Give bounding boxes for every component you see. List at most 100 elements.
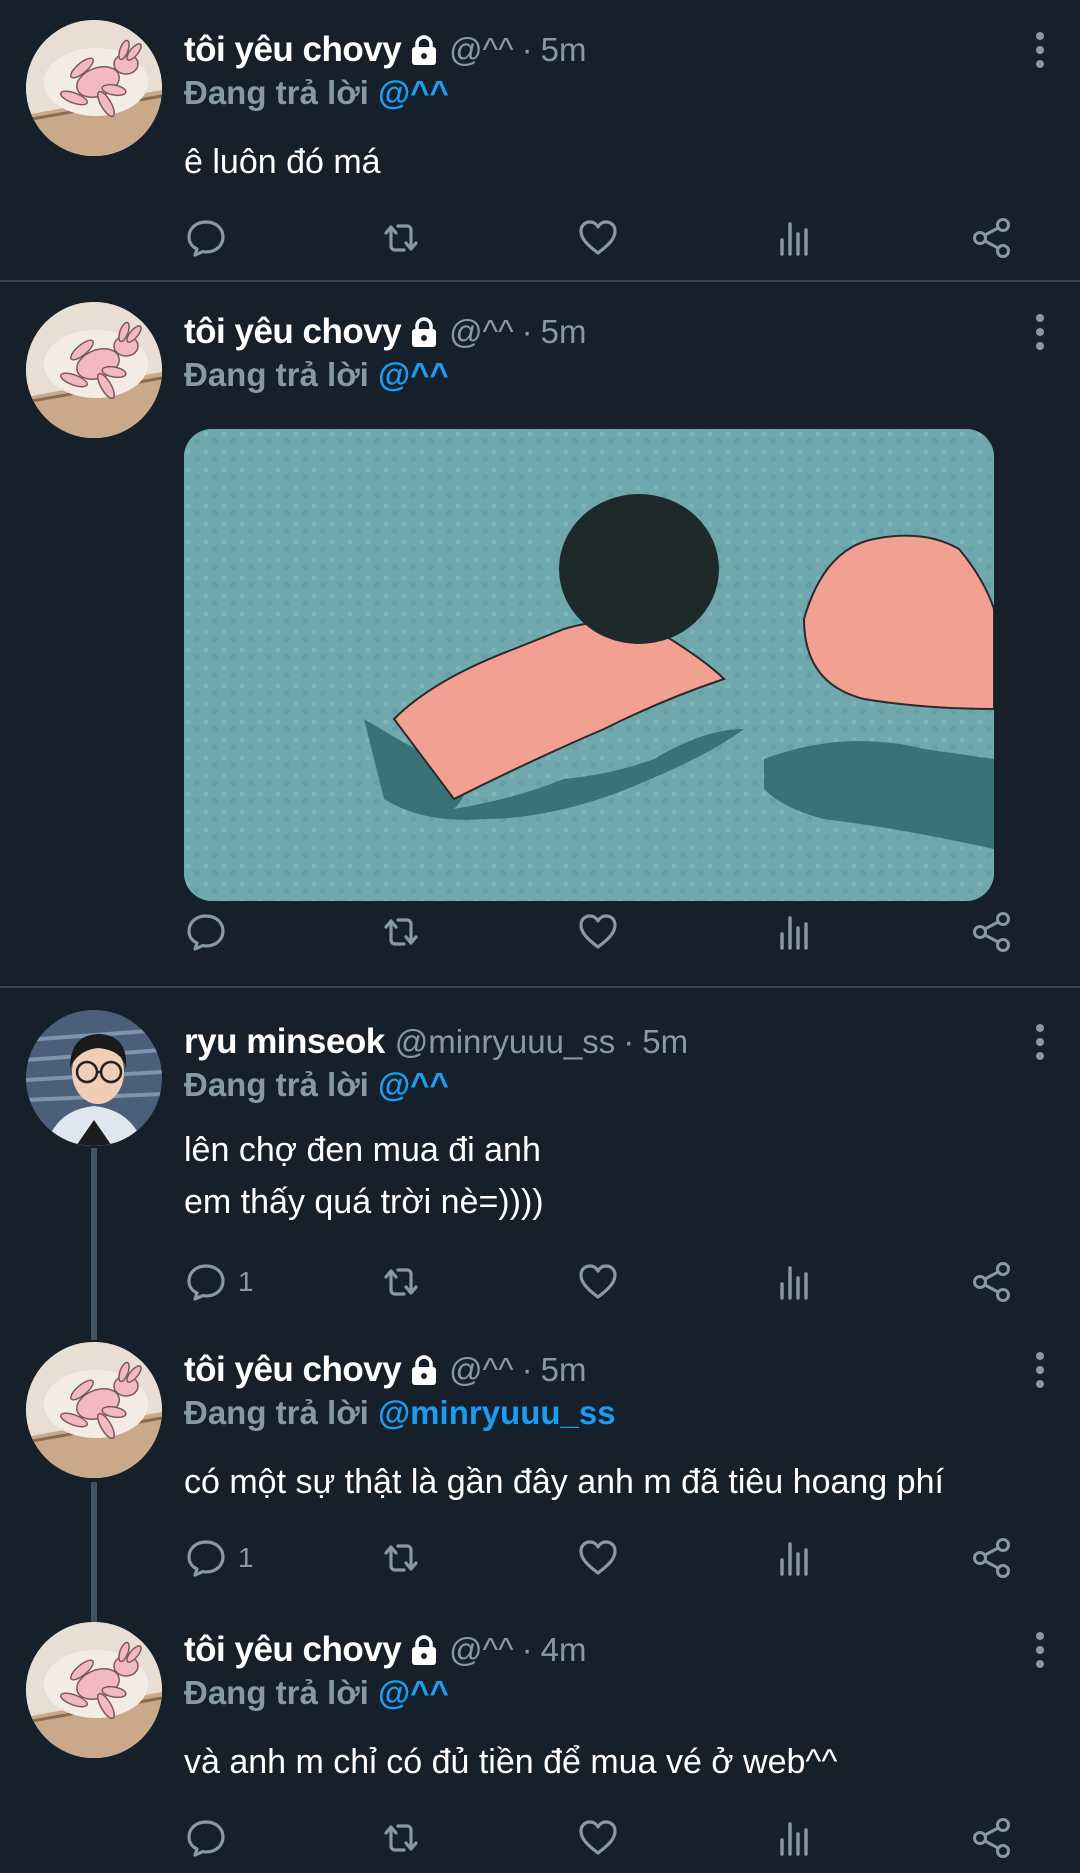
reply-button[interactable] [184, 1813, 238, 1863]
lock-icon [409, 34, 439, 66]
reply-icon [187, 1820, 225, 1857]
retweet-button[interactable] [379, 1533, 423, 1583]
reply-count: 1 [238, 1266, 254, 1297]
separator: · [521, 1631, 533, 1668]
like-button[interactable] [576, 1257, 620, 1307]
tweet-text: lên chợ đen mua đi anh em thấy quá trời … [184, 1124, 1040, 1228]
share-button[interactable] [970, 907, 1014, 957]
mention-link[interactable]: @minryuuu_ss [378, 1394, 616, 1431]
avatar[interactable] [26, 1622, 162, 1758]
share-button[interactable] [970, 213, 1014, 263]
action-bar: 1 [184, 1533, 1044, 1583]
reply-icon [187, 1264, 225, 1301]
display-name[interactable]: tôi yêu chovy [184, 1350, 402, 1390]
retweet-icon [384, 918, 418, 946]
reply-icon [187, 914, 225, 951]
analytics-button[interactable] [773, 1813, 817, 1863]
share-button[interactable] [970, 1533, 1014, 1583]
replying-to: Đang trả lời @^^ [184, 1066, 449, 1110]
timestamp[interactable]: 5m [541, 31, 587, 69]
tweet[interactable]: ryu minseok @minryuuu_ss · 5m Đang trả l… [0, 988, 1080, 1318]
user-handle[interactable]: @^^ [449, 313, 513, 351]
reply-icon [187, 220, 225, 257]
analytics-button[interactable] [773, 1533, 817, 1583]
reply-button[interactable] [184, 907, 238, 957]
timestamp[interactable]: 5m [541, 1351, 587, 1389]
tweet-text-line: em thấy quá trời nè=)))) [184, 1183, 544, 1221]
heart-icon [579, 914, 617, 949]
tweet[interactable]: tôi yêu chovy @^^ · 5m Đang trả lời @^^ [0, 282, 1080, 986]
mention-link[interactable]: @^^ [378, 356, 449, 393]
mention-link[interactable]: @^^ [378, 74, 449, 111]
user-handle[interactable]: @^^ [449, 31, 513, 69]
avatar[interactable] [26, 302, 162, 438]
avatar[interactable] [26, 1342, 162, 1478]
retweet-button[interactable] [379, 1257, 423, 1307]
like-button[interactable] [576, 1533, 620, 1583]
tweet-image[interactable] [184, 429, 994, 901]
reply-icon [187, 1540, 225, 1577]
tweet-text: và anh m chỉ có đủ tiền để mua vé ở web^… [184, 1743, 838, 1781]
reply-feed: tôi yêu chovy @^^ · 5m Đang trả lời @^^ … [0, 0, 1080, 1873]
reply-button[interactable]: 1 [184, 1257, 254, 1307]
heart-icon [579, 220, 617, 255]
user-handle[interactable]: @^^ [449, 1631, 513, 1669]
like-button[interactable] [576, 1813, 620, 1863]
replying-to-label: Đang trả lời [184, 1394, 369, 1431]
more-vertical-icon[interactable] [1026, 1346, 1054, 1394]
reply-count: 1 [238, 1542, 254, 1573]
like-button[interactable] [576, 907, 620, 957]
replying-to: Đang trả lời @^^ [184, 356, 449, 400]
tweet-text: ê luôn đó má [184, 143, 381, 181]
mention-link[interactable]: @^^ [378, 1674, 449, 1711]
display-name[interactable]: ryu minseok [184, 1022, 385, 1062]
more-vertical-icon[interactable] [1026, 1626, 1054, 1674]
retweet-icon [384, 1268, 418, 1296]
retweet-button[interactable] [379, 1813, 423, 1863]
tweet-text: có một sự thật là gần đây anh m đã tiêu … [184, 1463, 944, 1501]
avatar[interactable] [26, 1010, 162, 1146]
timestamp[interactable]: 5m [541, 313, 587, 351]
reply-button[interactable] [184, 213, 238, 263]
retweet-icon [384, 224, 418, 252]
heart-icon [579, 1264, 617, 1299]
share-button[interactable] [970, 1813, 1014, 1863]
action-bar [184, 907, 1044, 957]
tweet[interactable]: tôi yêu chovy @^^ · 4m Đang trả lời @^^ … [0, 1600, 1080, 1873]
user-handle[interactable]: @^^ [449, 1351, 513, 1389]
more-vertical-icon[interactable] [1026, 26, 1054, 74]
retweet-button[interactable] [379, 907, 423, 957]
share-button[interactable] [970, 1257, 1014, 1307]
retweet-button[interactable] [379, 213, 423, 263]
analytics-button[interactable] [773, 1257, 817, 1307]
display-name[interactable]: tôi yêu chovy [184, 1630, 402, 1670]
replying-to-label: Đang trả lời [184, 1674, 369, 1711]
share-icon [973, 1262, 1010, 1302]
timestamp[interactable]: 5m [642, 1023, 688, 1061]
share-icon [973, 912, 1010, 952]
heart-icon [579, 1820, 617, 1855]
tweet-text-line: lên chợ đen mua đi anh [184, 1131, 541, 1169]
lock-icon [409, 1354, 439, 1386]
display-name[interactable]: tôi yêu chovy [184, 312, 402, 352]
mention-link[interactable]: @^^ [378, 1066, 449, 1103]
analytics-button[interactable] [773, 213, 817, 263]
share-icon [973, 1538, 1010, 1578]
reply-button[interactable]: 1 [184, 1533, 254, 1583]
more-vertical-icon[interactable] [1026, 1018, 1054, 1066]
retweet-icon [384, 1544, 418, 1572]
display-name[interactable]: tôi yêu chovy [184, 30, 402, 70]
like-button[interactable] [576, 213, 620, 263]
avatar[interactable] [26, 20, 162, 156]
separator: · [521, 313, 533, 350]
replying-to: Đang trả lời @^^ [184, 74, 449, 118]
tweet[interactable]: tôi yêu chovy @^^ · 5m Đang trả lời @min… [0, 1320, 1080, 1600]
share-icon [973, 1818, 1010, 1858]
more-vertical-icon[interactable] [1026, 308, 1054, 356]
analytics-icon [780, 222, 808, 256]
user-handle[interactable]: @minryuuu_ss [395, 1023, 616, 1061]
analytics-button[interactable] [773, 907, 817, 957]
tweet[interactable]: tôi yêu chovy @^^ · 5m Đang trả lời @^^ … [0, 0, 1080, 280]
lock-icon [409, 1634, 439, 1666]
timestamp[interactable]: 4m [541, 1631, 587, 1669]
